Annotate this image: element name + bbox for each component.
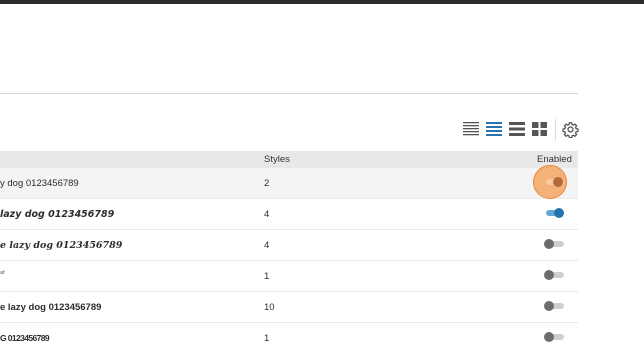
grid-view-icon[interactable] <box>532 121 550 138</box>
enabled-column-header[interactable]: Enabled <box>537 154 572 165</box>
window-top-bar <box>0 0 644 4</box>
font-sample: lazy dog 0123456789 <box>0 209 115 220</box>
font-sample: y dog 0123456789 <box>0 178 79 189</box>
styles-count: 4 <box>264 209 270 220</box>
gear-icon[interactable] <box>562 121 580 138</box>
large-list-view-icon[interactable] <box>509 121 527 138</box>
styles-count: 2 <box>264 178 270 189</box>
styles-count: 1 <box>264 333 270 344</box>
font-sample: G 0123456789 <box>0 333 50 343</box>
compact-list-view-icon[interactable] <box>463 121 481 138</box>
table-row[interactable]: lazy dog 0123456789 4 <box>0 199 578 230</box>
list-view-icon[interactable] <box>486 121 504 138</box>
font-sample: e lazy dog 0123456789 <box>0 302 102 313</box>
styles-count: 10 <box>264 302 275 313</box>
enabled-toggle[interactable] <box>544 332 564 342</box>
toolbar-separator <box>555 119 556 141</box>
enabled-toggle[interactable] <box>533 165 567 199</box>
enabled-toggle[interactable] <box>544 301 564 311</box>
table-row[interactable]: ᵃᶠ 1 <box>0 261 578 292</box>
section-divider <box>0 93 578 94</box>
enabled-toggle[interactable] <box>544 208 564 218</box>
styles-count: 1 <box>264 271 270 282</box>
font-sample: e lazy dog 0123456789 <box>0 240 123 251</box>
enabled-toggle[interactable] <box>544 270 564 280</box>
table-row[interactable]: e lazy dog 0123456789 4 <box>0 230 578 261</box>
table-header: Styles Enabled <box>0 151 578 168</box>
styles-count: 4 <box>264 240 270 251</box>
table-row[interactable]: e lazy dog 0123456789 10 <box>0 292 578 323</box>
table-row[interactable]: G 0123456789 1 <box>0 323 578 353</box>
font-sample: ᵃᶠ <box>0 269 5 278</box>
styles-column-header[interactable]: Styles <box>264 154 290 165</box>
fonts-table: Styles Enabled y dog 0123456789 2 lazy d… <box>0 151 578 353</box>
enabled-toggle[interactable] <box>544 239 564 249</box>
table-row[interactable]: y dog 0123456789 2 <box>0 165 578 199</box>
